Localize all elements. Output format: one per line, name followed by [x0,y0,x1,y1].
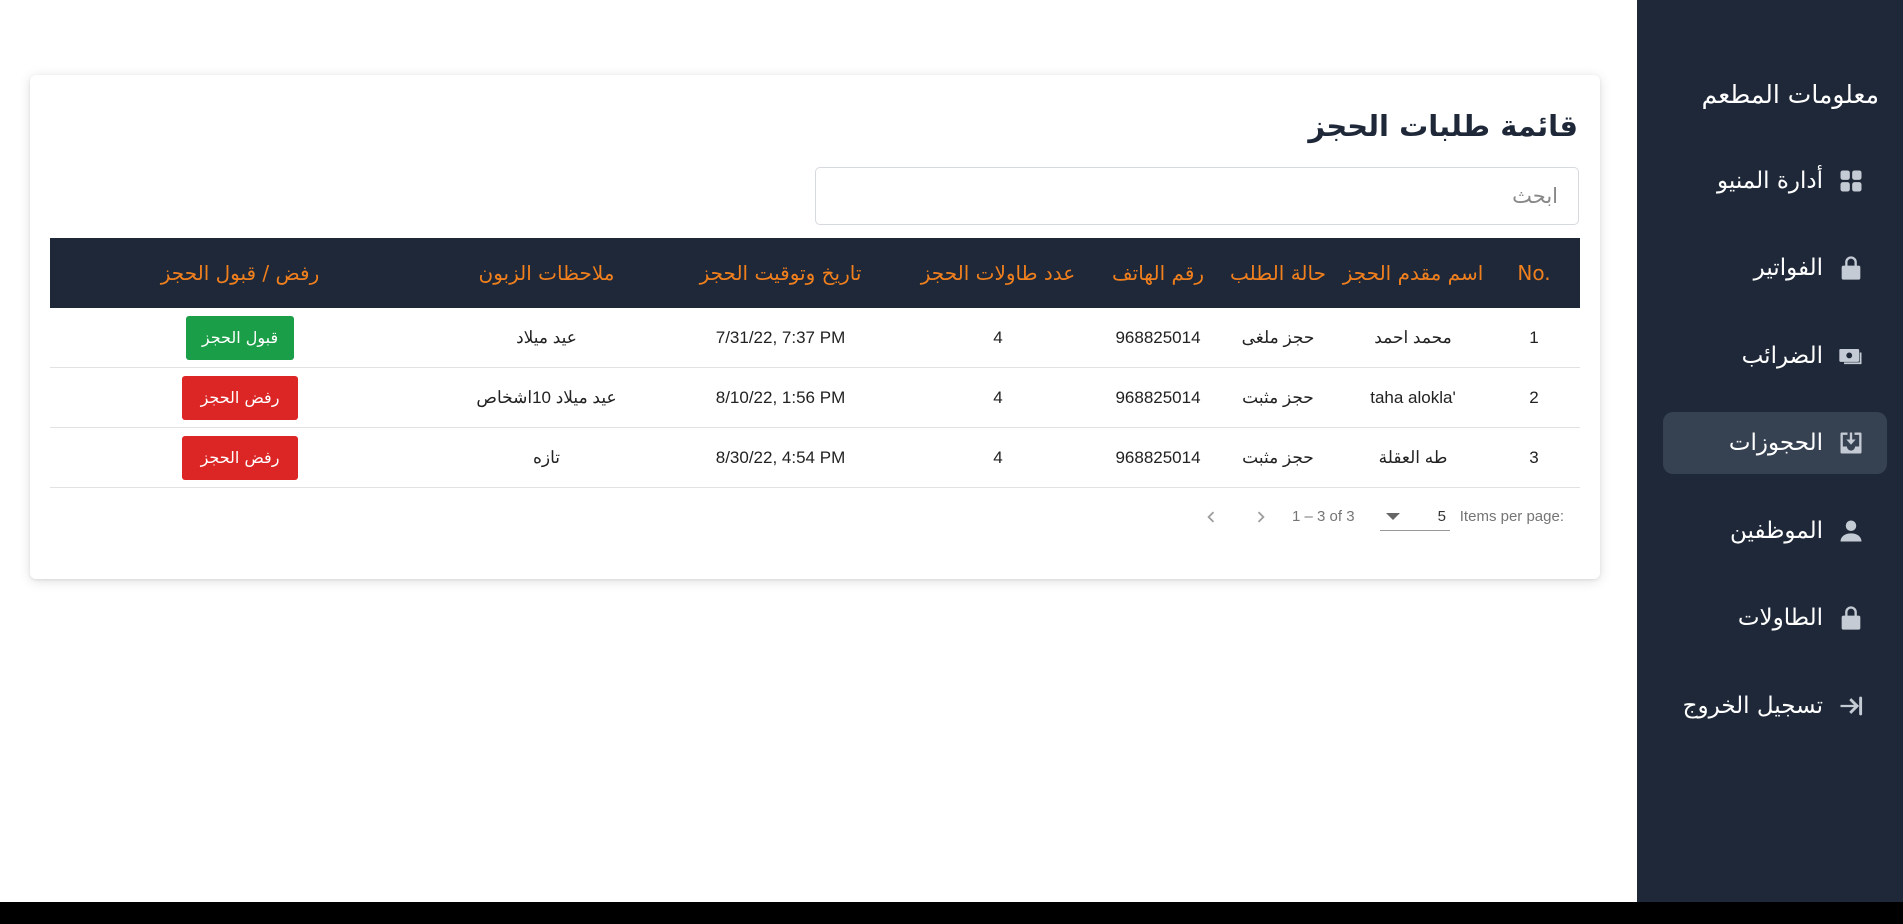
restaurant-info-link[interactable]: معلومات المطعم [1702,80,1879,109]
table-row: 2 taha alokla' حجز مثبت 968825014 4 8/10… [50,367,1580,428]
sidebar-item-taxes[interactable]: الضرائب [1663,325,1887,387]
cell-phone: 968825014 [1098,308,1218,368]
cell-no: 1 [1488,308,1580,368]
header-phone: رقم الهاتف [1111,261,1205,285]
reject-booking-button[interactable]: رفض الحجز [182,435,298,480]
sidebar-item-label: الضرائب [1741,343,1823,369]
sidebar: معلومات المطعم أدارة المنيو الفواتير الض… [1637,0,1903,902]
accept-booking-button[interactable]: قبول الحجز [186,315,294,360]
chevron-right-icon [1257,511,1265,523]
header-notes: ملاحظات الزبون [478,261,615,285]
sidebar-item-label: تسجيل الخروج [1682,693,1823,719]
sidebar-item-menu[interactable]: أدارة المنيو [1663,150,1887,212]
lock-icon [1837,604,1865,632]
paginator: Items per page: 5 1 – 3 of 3 [50,497,1580,537]
table-row: 1 محمد احمد حجز ملغى 968825014 4 7/31/22… [50,308,1580,368]
page-title: قائمة طلبات الحجز [1308,109,1578,143]
cash-icon [1837,342,1865,370]
cell-tables: 4 [898,308,1098,368]
header-no: No. [1517,261,1551,285]
search-input[interactable] [815,167,1579,225]
items-per-page-label: Items per page: [1459,508,1564,525]
cell-datetime: 7/31/22, 7:37 PM [663,308,898,368]
cell-name: محمد احمد [1338,308,1488,368]
cell-action: رفض الحجز [50,367,430,428]
page-size-select[interactable]: 5 [1380,501,1450,531]
reservations-table: No. اسم مقدم الحجز حالة الطلب رقم الهاتف… [50,238,1580,488]
sidebar-item-tables[interactable]: الطاولات [1663,587,1887,649]
cell-phone: 968825014 [1098,367,1218,428]
grid-icon [1837,167,1865,195]
header-tables: عدد طاولات الحجز [920,261,1076,285]
header-action: رفض / قبول الحجز [160,261,320,285]
cell-action: رفض الحجز [50,427,430,488]
cell-notes: تازه [430,427,663,488]
previous-page-button[interactable] [1195,501,1227,533]
cell-datetime: 8/30/22, 4:54 PM [663,427,898,488]
bottom-bar [0,902,1903,924]
cell-status: حجز ملغى [1218,308,1338,368]
cell-phone: 968825014 [1098,427,1218,488]
next-page-button[interactable] [1245,501,1277,533]
cell-datetime: 8/10/22, 1:56 PM [663,367,898,428]
inbox-download-icon [1837,429,1865,457]
cell-action: قبول الحجز [50,308,430,368]
reservations-card: قائمة طلبات الحجز No. اسم مقدم الحجز حال… [30,75,1600,579]
cell-name: طه العقلة [1338,427,1488,488]
page-size-value: 5 [1437,508,1446,525]
header-datetime: تاريخ وتوقيت الحجز [699,261,862,285]
person-icon [1837,517,1865,545]
table-row: 3 طه العقلة حجز مثبت 968825014 4 8/30/22… [50,427,1580,488]
sidebar-item-label: الفواتير [1753,255,1823,281]
cell-name: taha alokla' [1338,367,1488,428]
sidebar-item-invoices[interactable]: الفواتير [1663,237,1887,299]
sidebar-item-label: الطاولات [1737,605,1823,631]
header-name: اسم مقدم الحجز [1342,261,1484,285]
cell-no: 2 [1488,367,1580,428]
table-header-row: No. اسم مقدم الحجز حالة الطلب رقم الهاتف… [50,238,1580,308]
sidebar-item-employees[interactable]: الموظفين [1663,500,1887,562]
sidebar-item-label: الحجوزات [1728,430,1823,456]
cell-status: حجز مثبت [1218,427,1338,488]
sidebar-item-logout[interactable]: تسجيل الخروج [1663,675,1887,737]
logout-icon [1837,692,1865,720]
sidebar-item-reservations[interactable]: الحجوزات [1663,412,1887,474]
sidebar-item-label: أدارة المنيو [1717,168,1823,194]
cell-tables: 4 [898,367,1098,428]
cell-notes: عيد ميلاد [430,308,663,368]
cell-no: 3 [1488,427,1580,488]
cell-status: حجز مثبت [1218,367,1338,428]
cell-tables: 4 [898,427,1098,488]
dropdown-arrow-icon [1386,513,1400,520]
sidebar-item-label: الموظفين [1730,518,1823,544]
range-label: 1 – 3 of 3 [1292,508,1355,525]
cell-notes: عيد ميلاد 10اشخاص [430,367,663,428]
chevron-left-icon [1207,511,1215,523]
reject-booking-button[interactable]: رفض الحجز [182,375,298,420]
lock-icon [1837,254,1865,282]
header-status: حالة الطلب [1230,261,1326,285]
